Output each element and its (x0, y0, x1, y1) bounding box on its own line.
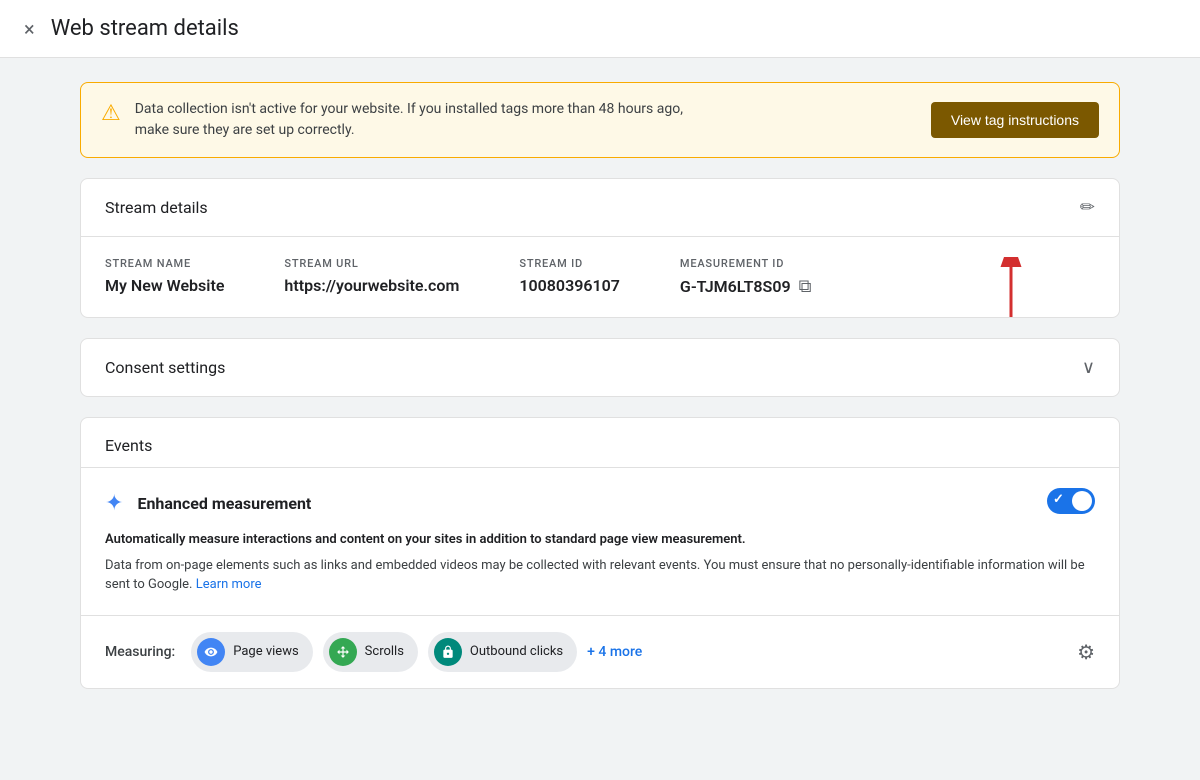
warning-banner: ⚠ Data collection isn't active for your … (80, 82, 1120, 158)
scrolls-icon (329, 638, 357, 666)
view-tag-instructions-button[interactable]: View tag instructions (931, 102, 1099, 138)
more-chips-link[interactable]: + 4 more (587, 644, 642, 660)
measurement-id-value: G-TJM6LT8S09 (680, 277, 791, 296)
consent-settings-title: Consent settings (105, 358, 225, 377)
gear-icon[interactable]: ⚙ (1077, 640, 1095, 664)
stream-name-field: STREAM NAME My New Website (105, 257, 224, 297)
stream-name-value: My New Website (105, 276, 224, 295)
outbound-clicks-icon (434, 638, 462, 666)
measurement-id-label: MEASUREMENT ID (680, 257, 812, 270)
measuring-chips: Page views Scrolls Outbound (191, 632, 1061, 672)
stream-info-row: STREAM NAME My New Website STREAM URL ht… (81, 237, 1119, 317)
outbound-clicks-label: Outbound clicks (470, 644, 563, 659)
scrolls-chip[interactable]: Scrolls (323, 632, 418, 672)
events-section-title: Events (81, 418, 1119, 468)
stream-details-header: Stream details ✏ (81, 179, 1119, 237)
page-views-chip[interactable]: Page views (191, 632, 312, 672)
sparkle-icon: ✦ (105, 491, 123, 516)
learn-more-link[interactable]: Learn more (196, 577, 262, 592)
stream-url-value: https://yourwebsite.com (284, 276, 459, 295)
consent-settings-card: Consent settings ∨ (80, 338, 1120, 397)
scrolls-label: Scrolls (365, 644, 404, 659)
stream-id-label: STREAM ID (519, 257, 620, 270)
edit-icon[interactable]: ✏ (1080, 197, 1095, 218)
stream-details-card: Stream details ✏ STREAM NAME My New Webs… (80, 178, 1120, 318)
warning-icon: ⚠ (101, 101, 121, 126)
stream-url-field: STREAM URL https://yourwebsite.com (284, 257, 459, 297)
stream-id-field: STREAM ID 10080396107 (519, 257, 620, 297)
consent-settings-header: Consent settings ∨ (81, 339, 1119, 396)
stream-id-value: 10080396107 (519, 276, 620, 295)
enhanced-measurement-section: ✦ Enhanced measurement ✓ Automatically m… (81, 468, 1119, 616)
enhanced-measurement-desc: Automatically measure interactions and c… (105, 530, 1095, 550)
measurement-id-wrapper: G-TJM6LT8S09 ⧉ (680, 276, 812, 297)
enhanced-measurement-subdesc: Data from on-page elements such as links… (105, 556, 1095, 595)
enhanced-measurement-toggle[interactable]: ✓ (1047, 488, 1095, 518)
stream-name-label: STREAM NAME (105, 257, 224, 270)
enhanced-measurement-title: Enhanced measurement (137, 494, 311, 513)
page-views-label: Page views (233, 644, 298, 659)
enhanced-measurement-header: ✦ Enhanced measurement ✓ (105, 488, 1095, 518)
measuring-row: Measuring: Page views Scrolls (81, 616, 1119, 688)
red-arrow-annotation (981, 257, 1041, 318)
close-icon[interactable]: × (24, 17, 35, 41)
stream-url-label: STREAM URL (284, 257, 459, 270)
measurement-id-field: MEASUREMENT ID G-TJM6LT8S09 ⧉ (680, 257, 812, 297)
events-card: Events ✦ Enhanced measurement ✓ (80, 417, 1120, 689)
measuring-label: Measuring: (105, 644, 175, 660)
copy-icon[interactable]: ⧉ (799, 276, 812, 297)
warning-text: Data collection isn't active for your we… (135, 99, 683, 141)
page-title: Web stream details (51, 16, 239, 41)
chevron-down-icon[interactable]: ∨ (1082, 357, 1095, 378)
page-views-icon (197, 638, 225, 666)
outbound-clicks-chip[interactable]: Outbound clicks (428, 632, 577, 672)
stream-details-title: Stream details (105, 198, 208, 217)
